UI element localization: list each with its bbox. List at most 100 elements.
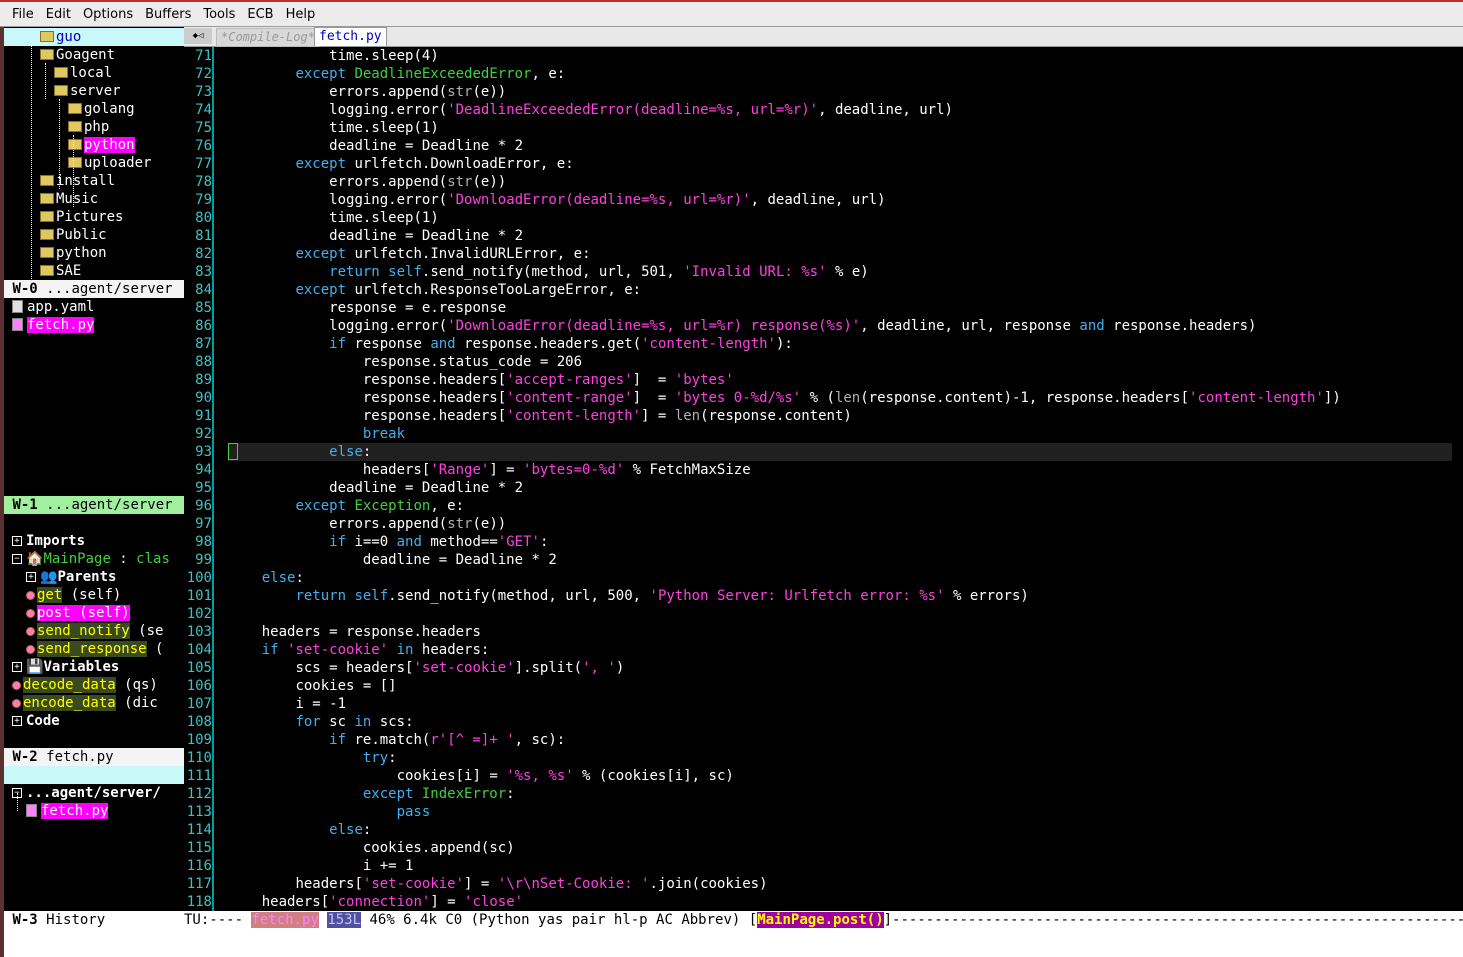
code-line[interactable]: headers = response.headers (228, 623, 1452, 641)
method-node[interactable]: send_response ( (26, 640, 163, 658)
code-line[interactable]: response.status_code = 206 (228, 353, 1452, 371)
source-file-item[interactable]: app.yaml (12, 298, 94, 316)
code-line[interactable]: except DeadlineExceededError, e: (228, 65, 1452, 83)
dir-node[interactable]: Public (40, 226, 107, 244)
variables-node: Variables (43, 659, 120, 675)
code-line[interactable]: deadline = Deadline * 2 (228, 227, 1452, 245)
method-node[interactable]: − ...agent/server/ (12, 784, 161, 802)
method-node[interactable]: + 💾Variables (12, 658, 119, 676)
dir-node[interactable]: SAE (40, 262, 81, 280)
method-node[interactable]: − 🏠MainPage : clas (12, 550, 170, 568)
dir-node[interactable]: server (54, 82, 121, 100)
method-node[interactable]: + 👥Parents (26, 568, 116, 586)
dir-node[interactable]: local (54, 64, 112, 82)
line-number: 91 (195, 408, 212, 424)
code-line[interactable]: logging.error('DownloadError(deadline=%s… (228, 191, 1452, 209)
code-line[interactable]: except IndexError: (228, 785, 1452, 803)
modeline-buffer-name[interactable]: fetch.py (251, 912, 319, 928)
code-line[interactable] (228, 605, 1452, 623)
code-line[interactable]: except urlfetch.InvalidURLError, e: (228, 245, 1452, 263)
tab-fetch-py[interactable]: fetch.py (314, 27, 387, 46)
code-line[interactable]: pass (228, 803, 1452, 821)
code-line[interactable]: else: (228, 569, 1452, 587)
menu-options[interactable]: Options (83, 7, 133, 22)
code-line[interactable]: return self.send_notify(method, url, 500… (228, 587, 1452, 605)
method-node[interactable]: get (self) (26, 586, 121, 604)
code-line[interactable]: logging.error('DownloadError(deadline=%s… (228, 317, 1452, 335)
method-node[interactable]: decode_data (qs) (12, 676, 158, 694)
dir-node[interactable]: Music (40, 190, 98, 208)
code-line[interactable]: deadline = Deadline * 2 (228, 479, 1452, 497)
editor-scrollbar[interactable] (1452, 47, 1463, 911)
dir-node[interactable]: Pictures (40, 208, 123, 226)
dir-node[interactable]: golang (68, 100, 135, 118)
menu-file[interactable]: File (12, 7, 34, 22)
code-line[interactable]: deadline = Deadline * 2 (228, 551, 1452, 569)
code-editor[interactable]: time.sleep(4) except DeadlineExceededErr… (228, 47, 1452, 911)
expand-toggle-icon[interactable]: + (12, 536, 22, 546)
code-line[interactable]: else: (228, 443, 1452, 461)
code-line[interactable]: cookies[i] = '%s, %s' % (cookies[i], sc) (228, 767, 1452, 785)
code-line[interactable]: break (228, 425, 1452, 443)
code-line[interactable]: if 'set-cookie' in headers: (228, 641, 1452, 659)
code-line[interactable]: headers['connection'] = 'close' (228, 893, 1452, 911)
code-line[interactable]: for sc in scs: (228, 713, 1452, 731)
code-line[interactable]: except urlfetch.DownloadError, e: (228, 155, 1452, 173)
code-line[interactable]: if re.match(r'[^ =]+ ', sc): (228, 731, 1452, 749)
code-line[interactable]: cookies.append(sc) (228, 839, 1452, 857)
code-line[interactable]: errors.append(str(e)) (228, 173, 1452, 191)
dir-node[interactable]: python (40, 244, 107, 262)
code-line[interactable]: response.headers['content-length'] = len… (228, 407, 1452, 425)
expand-toggle-icon[interactable]: + (26, 572, 36, 582)
code-line[interactable]: if response and response.headers.get('co… (228, 335, 1452, 353)
code-line[interactable]: deadline = Deadline * 2 (228, 137, 1452, 155)
dir-node[interactable]: Goagent (40, 46, 115, 64)
tab-scroll-arrows-icon[interactable]: ◆◁ (184, 28, 212, 44)
menu-buffers[interactable]: Buffers (145, 7, 191, 22)
code-line[interactable]: i = -1 (228, 695, 1452, 713)
menu-ecb[interactable]: ECB (247, 7, 273, 22)
expand-toggle-icon[interactable]: + (12, 662, 22, 672)
dir-node[interactable]: php (68, 118, 109, 136)
code-line[interactable]: except urlfetch.ResponseTooLargeError, e… (228, 281, 1452, 299)
menu-tools[interactable]: Tools (203, 7, 235, 22)
dir-node[interactable]: python (68, 136, 135, 154)
method-node[interactable]: post (self) (26, 604, 130, 622)
method-node[interactable]: fetch.py (26, 802, 109, 820)
menu-help[interactable]: Help (286, 7, 316, 22)
code-line[interactable]: time.sleep(1) (228, 209, 1452, 227)
menu-edit[interactable]: Edit (46, 7, 71, 22)
code-line[interactable]: time.sleep(4) (228, 47, 1452, 65)
code-line[interactable]: scs = headers['set-cookie'].split(', ') (228, 659, 1452, 677)
code-line[interactable]: return self.send_notify(method, url, 501… (228, 263, 1452, 281)
source-file-item[interactable]: fetch.py (12, 316, 95, 334)
line-number: 84 (195, 282, 212, 298)
code-line[interactable]: response.headers['content-range'] = 'byt… (228, 389, 1452, 407)
code-line[interactable]: i += 1 (228, 857, 1452, 875)
minibuffer[interactable] (4, 929, 1463, 957)
code-line[interactable]: response = e.response (228, 299, 1452, 317)
method-node[interactable]: encode_data (dic (12, 694, 158, 712)
line-number: 81 (195, 228, 212, 244)
method-node[interactable]: + Imports (12, 532, 85, 550)
code-line[interactable]: headers['Range'] = 'bytes=0-%d' % FetchM… (228, 461, 1452, 479)
code-line[interactable]: logging.error('DeadlineExceededError(dea… (228, 101, 1452, 119)
code-line[interactable]: response.headers['accept-ranges'] = 'byt… (228, 371, 1452, 389)
code-line[interactable]: else: (228, 821, 1452, 839)
code-line[interactable]: if i==0 and method=='GET': (228, 533, 1452, 551)
dir-node[interactable]: install (40, 172, 115, 190)
dir-node[interactable]: guo (40, 28, 81, 46)
code-line[interactable]: headers['set-cookie'] = '\r\nSet-Cookie:… (228, 875, 1452, 893)
method-node[interactable]: + Code (12, 712, 60, 730)
code-line[interactable]: cookies = [] (228, 677, 1452, 695)
code-line[interactable]: errors.append(str(e)) (228, 83, 1452, 101)
code-line[interactable]: except Exception, e: (228, 497, 1452, 515)
code-line[interactable]: try: (228, 749, 1452, 767)
expand-toggle-icon[interactable]: + (12, 716, 22, 726)
code-line[interactable]: errors.append(str(e)) (228, 515, 1452, 533)
method-node[interactable]: send_notify (se (26, 622, 163, 640)
tab-compile-log[interactable]: *Compile-Log* (216, 28, 320, 47)
code-line[interactable]: time.sleep(1) (228, 119, 1452, 137)
collapse-toggle-icon[interactable]: − (12, 554, 22, 564)
dir-node[interactable]: uploader (68, 154, 151, 172)
